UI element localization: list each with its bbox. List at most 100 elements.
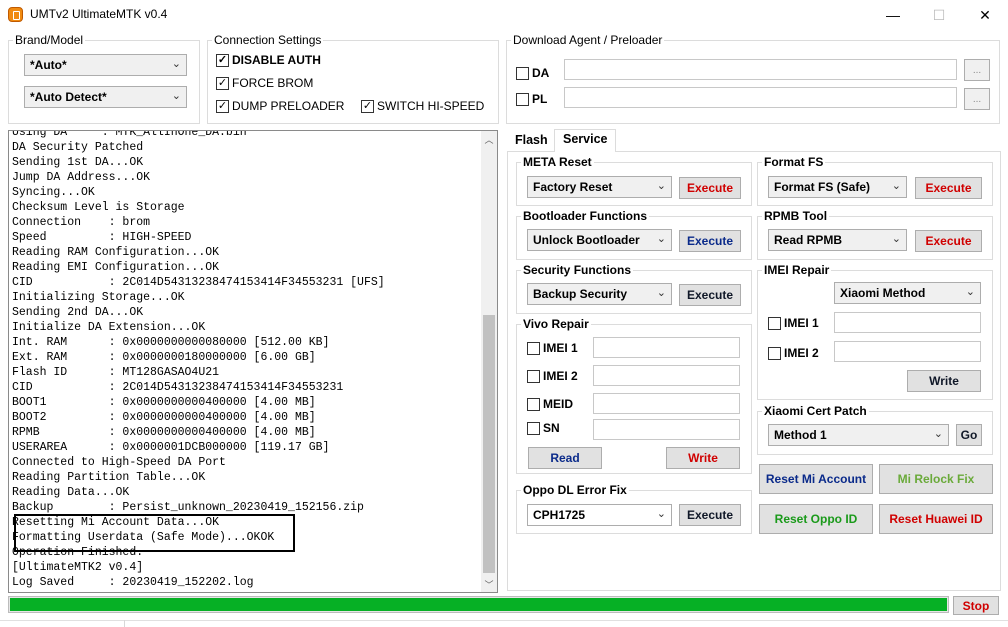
log-line: Connection : brom — [12, 216, 151, 229]
vivo-imei1-input[interactable] — [593, 337, 740, 358]
tab-flash[interactable]: Flash — [507, 131, 556, 151]
vivo-sn-label: SN — [543, 421, 560, 435]
format-fs-title: Format FS — [762, 155, 826, 169]
log-line: Speed : HIGH-SPEED — [12, 231, 192, 244]
security-select[interactable]: Backup Security ⌄ — [527, 283, 672, 305]
vivo-sn-input[interactable] — [593, 419, 740, 440]
vivo-imei2-checkbox[interactable]: IMEI 2 — [527, 369, 578, 383]
imei-write-button[interactable]: Write — [907, 370, 981, 392]
dump-preloader-checkbox[interactable]: ✓ DUMP PRELOADER — [216, 99, 344, 113]
vivo-meid-input[interactable] — [593, 393, 740, 414]
rpmb-title: RPMB Tool — [762, 209, 830, 223]
imei2-checkbox[interactable]: IMEI 2 — [768, 346, 819, 360]
log-line: USERAREA : 0x0000001DCB000000 [119.17 GB… — [12, 441, 330, 454]
rpmb-execute-button[interactable]: Execute — [915, 230, 982, 252]
close-button[interactable]: ✕ — [962, 0, 1008, 30]
checkbox-box — [527, 341, 540, 355]
switch-hispeed-checkbox[interactable]: ✓ SWITCH HI-SPEED — [361, 99, 484, 113]
da-browse-button[interactable]: ... — [964, 59, 990, 81]
reset-huawei-id-button[interactable]: Reset Huawei ID — [879, 504, 993, 534]
window-title: UMTv2 UltimateMTK v0.4 — [30, 7, 168, 21]
scroll-thumb[interactable] — [483, 315, 495, 573]
xiaomi-cert-method-select[interactable]: Method 1 ⌄ — [768, 424, 949, 446]
security-title: Security Functions — [521, 263, 634, 277]
security-group: Security Functions Backup Security ⌄ Exec… — [516, 264, 752, 314]
checkbox-box — [527, 369, 540, 383]
format-fs-value: Format FS (Safe) — [774, 180, 871, 194]
dump-preloader-label: DUMP PRELOADER — [232, 99, 345, 113]
bootloader-select[interactable]: Unlock Bootloader ⌄ — [527, 229, 672, 251]
chevron-down-icon: ⌄ — [891, 233, 901, 245]
vivo-read-button[interactable]: Read — [528, 447, 602, 469]
xiaomi-cert-title: Xiaomi Cert Patch — [762, 404, 869, 418]
brand-value: *Auto* — [30, 58, 67, 72]
maximize-icon: ☐ — [932, 6, 946, 23]
chevron-down-icon: ⌄ — [656, 287, 666, 299]
vivo-sn-checkbox[interactable]: SN — [527, 421, 560, 435]
pl-browse-button[interactable]: ... — [964, 88, 990, 110]
imei1-checkbox[interactable]: IMEI 1 — [768, 316, 819, 330]
bootloader-value: Unlock Bootloader — [533, 233, 640, 247]
checkbox-box — [516, 92, 529, 106]
oppo-execute-button[interactable]: Execute — [679, 504, 741, 526]
status-bar-separator — [124, 620, 125, 627]
pl-checkbox[interactable]: PL — [516, 92, 547, 106]
rpmb-select[interactable]: Read RPMB ⌄ — [768, 229, 907, 251]
meta-reset-select[interactable]: Factory Reset ⌄ — [527, 176, 672, 198]
checkbox-box — [516, 66, 529, 80]
chevron-down-icon: ⌄ — [656, 180, 666, 192]
xiaomi-cert-go-button[interactable]: Go — [956, 424, 982, 446]
check-icon: ✓ — [216, 99, 229, 113]
scroll-up-icon[interactable]: ︿ — [481, 131, 497, 147]
da-label: DA — [532, 66, 550, 80]
connection-settings-title: Connection Settings — [212, 33, 324, 47]
vivo-imei2-input[interactable] — [593, 365, 740, 386]
log-line: Reading EMI Configuration...OK — [12, 261, 220, 274]
force-brom-label: FORCE BROM — [232, 76, 314, 90]
brand-select[interactable]: *Auto* ⌄ — [24, 54, 187, 76]
security-execute-button[interactable]: Execute — [679, 284, 741, 306]
minimize-button[interactable]: — — [870, 0, 916, 30]
da-path-input[interactable] — [564, 59, 957, 80]
xiaomi-cert-group: Xiaomi Cert Patch Method 1 ⌄ Go — [757, 405, 993, 455]
pl-label: PL — [532, 92, 548, 106]
disable-auth-checkbox[interactable]: ✓ DISABLE AUTH — [216, 53, 321, 67]
scroll-down-icon[interactable]: ﹀ — [481, 576, 497, 592]
meta-reset-execute-button[interactable]: Execute — [679, 177, 741, 199]
tab-service[interactable]: Service — [554, 129, 617, 152]
mi-relock-fix-button[interactable]: Mi Relock Fix — [879, 464, 993, 494]
reset-oppo-id-button[interactable]: Reset Oppo ID — [759, 504, 873, 534]
log-line: Connected to High-Speed DA Port — [12, 456, 226, 469]
force-brom-checkbox[interactable]: ✓ FORCE BROM — [216, 76, 313, 90]
model-select[interactable]: *Auto Detect* ⌄ — [24, 86, 187, 108]
pl-path-input[interactable] — [564, 87, 957, 108]
meta-reset-group: META Reset Factory Reset ⌄ Execute — [516, 156, 752, 206]
bootloader-execute-button[interactable]: Execute — [679, 230, 741, 252]
connection-settings-group: Connection Settings ✓ DISABLE AUTH ✓ FORCE… — [207, 34, 499, 124]
vivo-imei1-checkbox[interactable]: IMEI 1 — [527, 341, 578, 355]
log-output[interactable]: Using DA : MTK_AllInOne_DA.bin DA Securit… — [8, 130, 498, 593]
imei1-label: IMEI 1 — [784, 316, 819, 330]
imei2-input[interactable] — [834, 341, 981, 362]
maximize-button[interactable]: ☐ — [916, 0, 962, 30]
log-line: BOOT2 : 0x0000000000400000 [4.00 MB] — [12, 411, 316, 424]
log-line: BOOT1 : 0x0000000000400000 [4.00 MB] — [12, 396, 316, 409]
log-line: Jump DA Address...OK — [12, 171, 151, 184]
stop-button[interactable]: Stop — [953, 596, 999, 615]
log-line: Initialize DA Extension...OK — [12, 321, 206, 334]
rpmb-value: Read RPMB — [774, 233, 843, 247]
log-line: Using DA : MTK_AllInOne_DA.bin — [12, 130, 247, 139]
vivo-write-button[interactable]: Write — [666, 447, 740, 469]
vivo-meid-checkbox[interactable]: MEID — [527, 397, 573, 411]
log-scrollbar[interactable]: ︿ ﹀ — [481, 131, 497, 592]
imei1-input[interactable] — [834, 312, 981, 333]
da-checkbox[interactable]: DA — [516, 66, 549, 80]
disable-auth-label: DISABLE AUTH — [232, 53, 321, 67]
download-agent-title: Download Agent / Preloader — [511, 33, 665, 47]
reset-mi-account-button[interactable]: Reset Mi Account — [759, 464, 873, 494]
app-icon — [8, 7, 23, 22]
format-fs-execute-button[interactable]: Execute — [915, 177, 982, 199]
imei-method-select[interactable]: Xiaomi Method ⌄ — [834, 282, 981, 304]
format-fs-select[interactable]: Format FS (Safe) ⌄ — [768, 176, 907, 198]
oppo-model-select[interactable]: CPH1725 ⌄ — [527, 504, 672, 526]
